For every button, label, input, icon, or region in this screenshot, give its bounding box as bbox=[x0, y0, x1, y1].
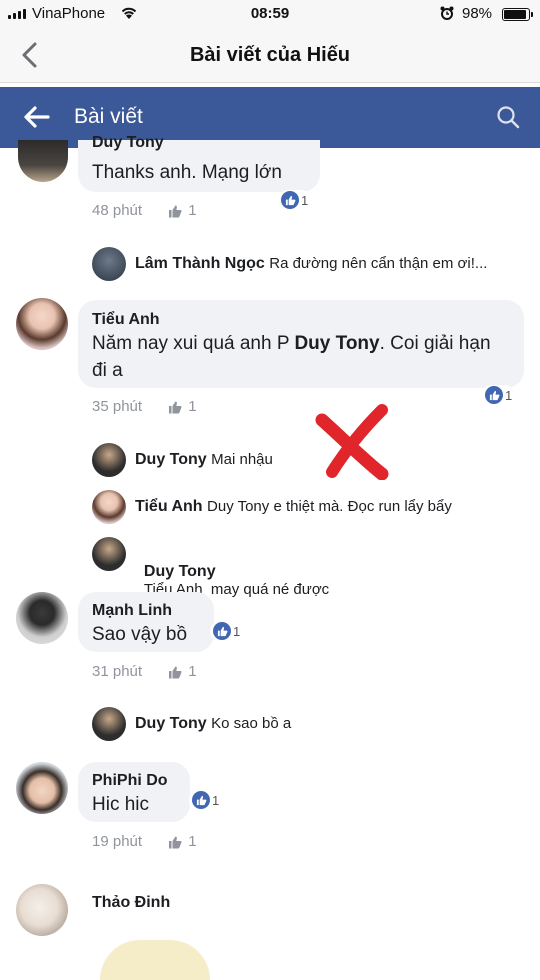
reaction-number: 1 bbox=[212, 792, 220, 808]
comment-author[interactable]: PhiPhi Do bbox=[92, 772, 168, 790]
reply-author[interactable]: Lâm Thành Ngọc bbox=[135, 255, 265, 272]
avatar[interactable] bbox=[16, 592, 68, 644]
reply-author[interactable]: Duy Tony bbox=[135, 451, 207, 468]
search-icon[interactable] bbox=[494, 103, 522, 131]
like-count: 1 bbox=[188, 833, 197, 850]
reply-text: Ra đường nên cẩn thận em ơi!... bbox=[269, 255, 488, 272]
alarm-icon bbox=[440, 6, 454, 20]
red-x-mark-icon bbox=[315, 404, 389, 480]
comment-text: Hic hic bbox=[92, 794, 150, 815]
comment-time[interactable]: 31 phút bbox=[92, 663, 142, 680]
facebook-header-bar: Bài viết bbox=[0, 87, 540, 148]
reaction-number: 1 bbox=[301, 192, 309, 208]
battery-percent: 98% bbox=[462, 5, 493, 22]
battery-icon bbox=[502, 8, 533, 21]
reaction-number: 1 bbox=[505, 387, 513, 403]
reply-row: Lâm Thành Ngọc Ra đường nên cẩn thận em … bbox=[135, 255, 487, 273]
reaction-count[interactable]: 1 bbox=[189, 790, 223, 810]
like-icon[interactable] bbox=[168, 836, 182, 849]
like-count: 1 bbox=[188, 202, 197, 219]
comment-author[interactable]: Thảo Đinh bbox=[92, 894, 170, 912]
reply-author[interactable]: Duy Tony bbox=[135, 715, 207, 732]
comment-time[interactable]: 48 phút bbox=[92, 202, 142, 219]
reaction-count[interactable]: 1 bbox=[210, 621, 244, 641]
reply-text: Duy Tony e thiệt mà. Đọc run lẩy bẩy bbox=[207, 498, 452, 515]
comment-time[interactable]: 19 phút bbox=[92, 833, 142, 850]
reaction-count[interactable]: 1 bbox=[482, 385, 516, 405]
comment-bubble: Tiểu Anh Năm nay xui quá anh P Duy Tony.… bbox=[78, 300, 524, 388]
clock: 08:59 bbox=[250, 5, 290, 22]
status-bar: VinaPhone 08:59 98% bbox=[0, 0, 540, 30]
comment-bubble: Duy Tony Thanks anh. Mạng lớn bbox=[78, 134, 320, 192]
like-count: 1 bbox=[188, 663, 197, 680]
avatar[interactable] bbox=[16, 298, 68, 350]
avatar[interactable] bbox=[16, 762, 68, 814]
reply-row: Tiểu Anh Duy Tony e thiệt mà. Đọc run lẩ… bbox=[135, 498, 452, 516]
comment-text: Sao vậy bồ bbox=[92, 624, 188, 645]
image-attachment-preview[interactable] bbox=[100, 940, 210, 980]
comment-bubble: Mạnh Linh Sao vậy bồ bbox=[78, 592, 214, 652]
reply-row: Duy Tony Tiểu Anh may quá né được bbox=[135, 545, 329, 599]
ios-navigation-bar: Bài viết của Hiếu bbox=[0, 30, 540, 83]
like-reaction-icon bbox=[281, 191, 299, 209]
reply-avatar[interactable] bbox=[92, 707, 126, 741]
avatar[interactable] bbox=[18, 140, 68, 182]
comment-text: Thanks anh. Mạng lớn bbox=[92, 162, 282, 183]
header-title: Bài viết bbox=[74, 105, 143, 128]
reply-row: Duy Tony Mai nhậu bbox=[135, 451, 273, 469]
like-reaction-icon bbox=[213, 622, 231, 640]
comment-author[interactable]: Duy Tony bbox=[92, 134, 164, 152]
comment-time[interactable]: 35 phút bbox=[92, 398, 142, 415]
reply-avatar[interactable] bbox=[92, 537, 126, 571]
reply-avatar[interactable] bbox=[92, 443, 126, 477]
reply-author[interactable]: Tiểu Anh bbox=[135, 498, 203, 515]
comment-meta: 19 phút 1 bbox=[92, 833, 197, 850]
comment-meta: 31 phút 1 bbox=[92, 663, 197, 680]
like-icon[interactable] bbox=[168, 205, 182, 218]
comment-text-part: Năm nay xui quá anh P bbox=[92, 333, 290, 354]
comment-author[interactable]: Mạnh Linh bbox=[92, 602, 172, 620]
reaction-count[interactable]: 1 bbox=[278, 190, 312, 210]
reply-row: Duy Tony Ko sao bồ a bbox=[135, 715, 291, 733]
page-title: Bài viết của Hiếu bbox=[189, 44, 351, 66]
like-count: 1 bbox=[188, 398, 197, 415]
like-reaction-icon bbox=[192, 791, 210, 809]
comment-meta: 35 phút 1 bbox=[92, 398, 197, 415]
like-icon[interactable] bbox=[168, 401, 182, 414]
comment-text: Năm nay xui quá anh P Duy Tony. Coi giải… bbox=[92, 330, 502, 384]
reply-avatar[interactable] bbox=[92, 490, 126, 524]
reaction-number: 1 bbox=[233, 623, 241, 639]
like-icon[interactable] bbox=[168, 666, 182, 679]
comment-meta: 48 phút 1 bbox=[92, 202, 197, 219]
reply-avatar[interactable] bbox=[92, 247, 126, 281]
reply-author[interactable]: Duy Tony bbox=[144, 563, 216, 580]
reply-text: Ko sao bồ a bbox=[211, 715, 292, 732]
comment-author[interactable]: Tiểu Anh bbox=[92, 311, 160, 329]
mention-link[interactable]: Duy Tony bbox=[294, 333, 379, 354]
avatar[interactable] bbox=[16, 884, 68, 936]
reply-text: Mai nhậu bbox=[211, 451, 273, 468]
comment-bubble: PhiPhi Do Hic hic bbox=[78, 762, 190, 822]
back-arrow-icon[interactable] bbox=[22, 105, 50, 129]
like-reaction-icon bbox=[485, 386, 503, 404]
